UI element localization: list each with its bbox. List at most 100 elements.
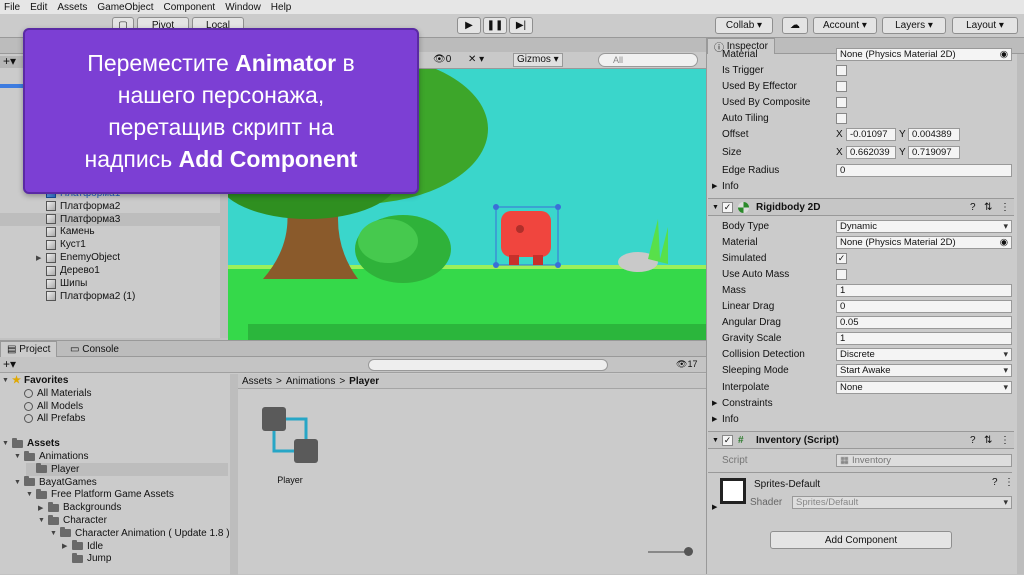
- tools-icon[interactable]: ✕ ▾: [468, 54, 484, 65]
- dropdown-field[interactable]: None: [836, 380, 1012, 394]
- checkbox[interactable]: [836, 64, 847, 76]
- add-component-button[interactable]: Add Component: [770, 531, 952, 549]
- cloud-button[interactable]: ☁: [782, 17, 808, 34]
- handle-tr[interactable]: [555, 204, 561, 210]
- menu-item-gameobject[interactable]: GameObject: [97, 2, 153, 13]
- y-field[interactable]: 0.719097: [908, 145, 960, 159]
- favorites-header[interactable]: ▼ ★ Favorites: [2, 374, 68, 387]
- menu-item-component[interactable]: Component: [164, 2, 216, 13]
- presets-icon[interactable]: ⇅: [984, 202, 992, 213]
- visibility-icon[interactable]: 👁0: [433, 54, 451, 65]
- hierarchy-item[interactable]: Платформа2: [0, 200, 228, 213]
- value-field[interactable]: 1: [836, 283, 1012, 297]
- project-tree-item[interactable]: ▶ Backgrounds: [38, 501, 121, 514]
- constraints-foldout[interactable]: ▶ Constraints: [708, 395, 1014, 411]
- favorite-item[interactable]: All Models: [24, 400, 83, 413]
- shader-dropdown[interactable]: Sprites/Default: [792, 496, 1012, 509]
- help-icon[interactable]: ?: [970, 202, 976, 213]
- create-icon[interactable]: +▾: [3, 357, 16, 371]
- x-field[interactable]: -0.01097: [846, 127, 896, 141]
- hierarchy-item[interactable]: Куст1: [0, 238, 228, 251]
- checkbox[interactable]: [836, 96, 847, 108]
- dropdown-field[interactable]: Start Awake: [836, 364, 1012, 378]
- menu-item-file[interactable]: File: [4, 2, 20, 13]
- value-field[interactable]: 0: [836, 300, 1012, 313]
- x-field[interactable]: 0.662039: [846, 145, 896, 159]
- project-tree-item[interactable]: Player: [26, 462, 228, 476]
- animator-asset[interactable]: [260, 405, 322, 467]
- player-character[interactable]: [501, 211, 551, 257]
- expand-arrow-icon[interactable]: ▼: [14, 453, 24, 460]
- handle-br[interactable]: [555, 262, 561, 268]
- favorite-item[interactable]: All Materials: [24, 387, 91, 400]
- hierarchy-item[interactable]: Шипы: [0, 277, 228, 290]
- collab-button[interactable]: Collab ▾: [715, 17, 773, 34]
- info-foldout[interactable]: ▶ Info: [708, 411, 1014, 427]
- breadcrumb-item[interactable]: Animations: [286, 376, 335, 387]
- project-search-input[interactable]: [368, 359, 608, 371]
- project-tree-item[interactable]: ▼ Animations: [14, 450, 88, 463]
- value-field[interactable]: 0: [836, 163, 1012, 177]
- value-field[interactable]: None (Physics Material 2D) ◉: [836, 47, 1012, 61]
- favorite-item[interactable]: All Prefabs: [24, 412, 85, 425]
- component-menu-icon[interactable]: ⋮: [1000, 202, 1010, 213]
- project-tree-item[interactable]: ▶ Idle: [62, 540, 103, 553]
- step-button[interactable]: ▶|: [509, 17, 533, 34]
- component-menu-icon[interactable]: ⋮: [1000, 435, 1010, 446]
- value-field[interactable]: None (Physics Material 2D) ◉: [836, 235, 1012, 249]
- y-field[interactable]: 0.004389: [908, 127, 960, 141]
- pause-button[interactable]: ❚❚: [483, 17, 507, 34]
- rigidbody-header[interactable]: ▼ ✓ Rigidbody 2D? ⇅ ⋮: [708, 198, 1014, 216]
- inspector-scrollbar[interactable]: [1017, 54, 1024, 574]
- hierarchy-item[interactable]: ▶ EnemyObject: [0, 251, 228, 264]
- help-icon[interactable]: ?: [992, 477, 998, 488]
- play-button[interactable]: ▶: [457, 17, 481, 34]
- foldout-arrow-icon[interactable]: ▶: [712, 503, 717, 511]
- dropdown-field[interactable]: Dynamic: [836, 219, 1012, 233]
- checkbox[interactable]: [836, 268, 847, 280]
- object-picker-icon[interactable]: ◉: [1000, 49, 1008, 60]
- breadcrumb-item[interactable]: Player: [349, 376, 379, 387]
- expand-arrow-icon[interactable]: ▶: [38, 504, 48, 512]
- inventory-header[interactable]: ▼ ✓ # Inventory (Script)? ⇅ ⋮: [708, 431, 1014, 449]
- scene-search-input[interactable]: All: [598, 53, 698, 67]
- project-tree-item[interactable]: ▼ Character: [38, 514, 107, 527]
- project-tree-item[interactable]: ▼ Character Animation ( Update 1.8 ): [50, 527, 230, 540]
- layers-dropdown[interactable]: Layers ▾: [882, 17, 946, 34]
- tab-console[interactable]: ▭ Console: [64, 341, 125, 357]
- handle-bl[interactable]: [493, 262, 499, 268]
- handle-tl[interactable]: [493, 204, 499, 210]
- component-enabled-checkbox[interactable]: ✓: [722, 435, 733, 446]
- value-field[interactable]: 1: [836, 332, 1012, 346]
- hierarchy-item[interactable]: Платформа3: [0, 212, 228, 226]
- presets-icon[interactable]: ⇅: [984, 435, 992, 446]
- dropdown-field[interactable]: Discrete: [836, 348, 1012, 362]
- tab-project[interactable]: ▤ Project: [0, 341, 58, 357]
- assets-header[interactable]: ▼ Assets: [2, 437, 60, 450]
- hierarchy-item[interactable]: Камень: [0, 225, 228, 238]
- object-picker-icon[interactable]: ◉: [1000, 237, 1008, 248]
- project-tree-item[interactable]: ▼ Free Platform Game Assets: [26, 488, 174, 501]
- expand-arrow-icon[interactable]: ▼: [38, 517, 48, 524]
- checkbox[interactable]: [836, 80, 847, 92]
- expand-arrow-icon[interactable]: ▼: [14, 479, 24, 486]
- add-icon[interactable]: +▾: [3, 54, 16, 68]
- expand-arrow-icon[interactable]: ▶: [36, 254, 46, 262]
- project-tree-item[interactable]: Jump: [62, 552, 111, 565]
- zoom-slider-thumb[interactable]: [684, 547, 693, 556]
- material-preview[interactable]: [720, 478, 746, 504]
- hierarchy-item[interactable]: Дерево1: [0, 264, 228, 277]
- foldout-arrow-icon[interactable]: ▼: [712, 204, 719, 211]
- account-dropdown[interactable]: Account ▾: [813, 17, 877, 34]
- menu-item-edit[interactable]: Edit: [30, 2, 47, 13]
- expand-arrow-icon[interactable]: ▶: [62, 542, 72, 550]
- checkbox[interactable]: [836, 112, 847, 124]
- checkbox[interactable]: ✓: [836, 252, 847, 264]
- component-enabled-checkbox[interactable]: ✓: [722, 202, 733, 213]
- project-tree-scrollbar[interactable]: [230, 374, 238, 575]
- value-field[interactable]: 0.05: [836, 316, 1012, 330]
- expand-arrow-icon[interactable]: ▼: [50, 530, 60, 537]
- help-icon[interactable]: ?: [970, 435, 976, 446]
- expand-arrow-icon[interactable]: ▼: [26, 491, 36, 498]
- menu-item-help[interactable]: Help: [271, 2, 292, 13]
